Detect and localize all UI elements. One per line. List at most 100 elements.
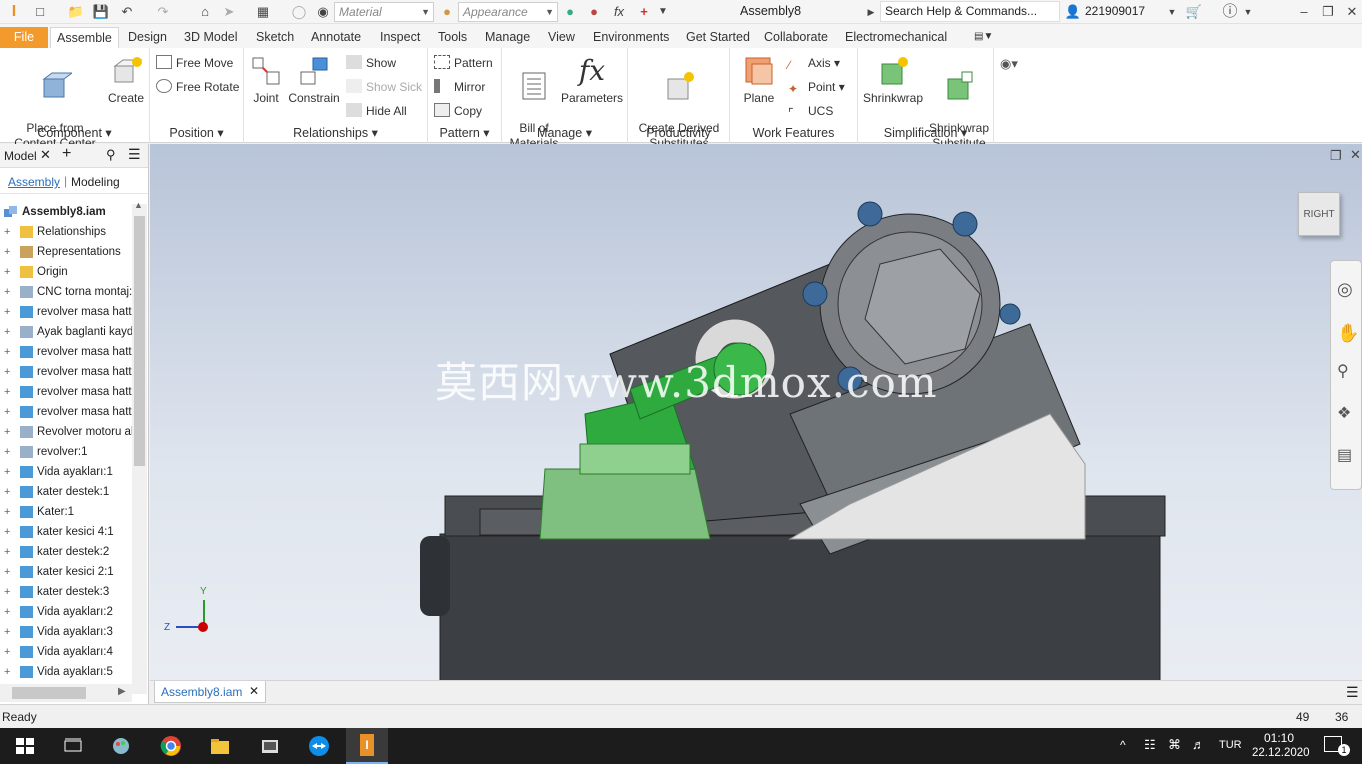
axis-button[interactable]: ∕ Axis ▾ (788, 54, 840, 72)
restore-icon[interactable]: ❐ (1320, 3, 1336, 21)
show-button[interactable]: Show (346, 54, 396, 72)
constrain-button[interactable]: Constrain (286, 54, 342, 106)
tab-environments[interactable]: Environments (587, 27, 675, 48)
chevron-down-icon[interactable]: ▼ (1242, 3, 1254, 21)
tab-view[interactable]: View (542, 27, 581, 48)
ucs-button[interactable]: ⌜ UCS (788, 102, 833, 120)
expand-icon[interactable]: + (4, 562, 12, 582)
expand-icon[interactable]: + (4, 462, 12, 482)
close-icon[interactable]: ✕ (249, 684, 259, 698)
tree-scrollbar[interactable]: ▲ (132, 200, 147, 694)
clear-appearance-icon[interactable]: ● (586, 3, 602, 21)
doc-tab-assembly8[interactable]: Assembly8.iam ✕ (154, 681, 266, 703)
expand-icon[interactable]: + (4, 482, 12, 502)
tree-item[interactable]: + Vida ayakları:4 (0, 642, 132, 662)
tab-modeling[interactable]: Modeling (71, 175, 120, 189)
tree-item[interactable]: + revolver masa hatti (0, 402, 132, 422)
expand-icon[interactable]: + (4, 402, 12, 422)
look-at-icon[interactable]: ▤ (1337, 445, 1352, 465)
search-input[interactable]: Search Help & Commands... (880, 1, 1060, 22)
measure-icon[interactable]: ◯ (290, 3, 308, 21)
tree-item[interactable]: + Vida ayakları:2 (0, 602, 132, 622)
help-icon[interactable]: ⓘ (1220, 3, 1240, 21)
user-name[interactable]: 221909017 (1085, 4, 1145, 18)
relationships-group-label[interactable]: Relationships ▾ (244, 125, 427, 140)
tree-item[interactable]: + Vida ayakları:5 (0, 662, 132, 682)
search-icon[interactable]: ⚲ (106, 147, 116, 163)
tab-3d-model[interactable]: 3D Model (178, 27, 244, 48)
expand-icon[interactable]: + (4, 542, 12, 562)
position-group-label[interactable]: Position ▾ (150, 125, 243, 140)
windows-start-icon[interactable] (12, 734, 38, 758)
ribbon-extra-dropdown[interactable]: ◉▾ (1000, 56, 1018, 72)
teamviewer-icon[interactable] (306, 734, 332, 758)
material-dropdown[interactable]: Material ▼ (334, 2, 434, 22)
clock-time[interactable]: 01:10 (1264, 731, 1294, 745)
tray-chevron-up-icon[interactable]: ^ (1120, 738, 1126, 752)
orbit-icon[interactable]: ❖ (1337, 403, 1351, 423)
tray-volume-icon[interactable]: ♬ (1192, 737, 1205, 752)
user-icon[interactable]: 👤 (1064, 3, 1082, 21)
minimize-icon[interactable]: – (1296, 3, 1312, 21)
tree-item[interactable]: + Origin (0, 262, 132, 282)
tree-item[interactable]: + revolver masa hatti (0, 362, 132, 382)
tree-hscrollbar[interactable]: ▶ (0, 684, 132, 702)
tree-item[interactable]: + CNC torna montaj:1 (0, 282, 132, 302)
open-folder-icon[interactable]: 📁 (66, 3, 86, 21)
expand-icon[interactable]: + (4, 382, 12, 402)
redo-icon[interactable]: ↷ (152, 3, 174, 21)
appearance-icon[interactable]: ● (438, 3, 456, 21)
inventor-logo-icon[interactable]: I (6, 3, 22, 21)
inventor-taskbar-button[interactable]: I (346, 728, 388, 764)
tab-sketch[interactable]: Sketch (250, 27, 300, 48)
show-sick-button[interactable]: Show Sick (346, 78, 422, 96)
tab-get-started[interactable]: Get Started (680, 27, 756, 48)
tab-file[interactable]: File (0, 27, 48, 48)
appearance-dropdown[interactable]: Appearance ▼ (458, 2, 558, 22)
adjust-icon[interactable]: ● (562, 3, 578, 21)
tree-item[interactable]: + Representations (0, 242, 132, 262)
point-button[interactable]: ✦ Point ▾ (788, 78, 845, 96)
tab-assembly[interactable]: Assembly (8, 175, 60, 189)
close-icon[interactable]: ✕ (1344, 3, 1360, 21)
expand-icon[interactable]: + (4, 242, 12, 262)
free-rotate-button[interactable]: Free Rotate (156, 78, 239, 96)
tab-annotate[interactable]: Annotate (305, 27, 367, 48)
tree-item[interactable]: + kater destek:1 (0, 482, 132, 502)
simplification-group-label[interactable]: Simplification ▾ (858, 125, 993, 140)
pattern-group-label[interactable]: Pattern ▾ (428, 125, 501, 140)
hscroll-thumb[interactable] (12, 687, 86, 699)
undo-icon[interactable]: ↶ (116, 3, 138, 21)
tree-item[interactable]: + Vida ayakları:1 (0, 462, 132, 482)
expand-icon[interactable]: + (4, 282, 12, 302)
viewcube[interactable]: RIGHT (1298, 192, 1340, 236)
chevron-down-icon[interactable]: ▼ (1166, 3, 1178, 21)
update-icon[interactable]: ▦ (254, 3, 272, 21)
mirror-button[interactable]: Mirror (434, 78, 485, 96)
tree-item[interactable]: + revolver masa hatti (0, 302, 132, 322)
create-component-button[interactable]: Create (104, 54, 148, 106)
copy-button[interactable]: Copy (434, 102, 482, 120)
tree-item[interactable]: + Vida ayakları:3 (0, 622, 132, 642)
customize-icon[interactable]: ▼ (656, 3, 670, 21)
tree-item[interactable]: + kater destek:3 (0, 582, 132, 602)
paint-app-icon[interactable] (108, 734, 134, 758)
chevron-right-icon[interactable]: ▶ (866, 3, 876, 21)
tree-item[interactable]: + kater kesici 4:1 (0, 522, 132, 542)
expand-icon[interactable]: + (4, 362, 12, 382)
tree-item[interactable]: + revolver masa hatti (0, 342, 132, 362)
menu-icon[interactable]: ☰ (128, 146, 141, 163)
expand-icon[interactable]: + (4, 522, 12, 542)
expand-icon[interactable]: + (4, 422, 12, 442)
language-indicator[interactable]: TUR (1219, 739, 1242, 751)
pan-hand-icon[interactable]: ✋ (1337, 323, 1359, 344)
expand-icon[interactable]: + (4, 642, 12, 662)
fx-icon[interactable]: fx (610, 3, 628, 21)
tab-tools[interactable]: Tools (432, 27, 473, 48)
close-icon[interactable]: ✕ (40, 147, 51, 163)
expand-icon[interactable]: + (4, 602, 12, 622)
tab-electromechanical[interactable]: Electromechanical (839, 27, 953, 48)
expand-icon[interactable]: + (4, 322, 12, 342)
shrinkwrap-button[interactable]: Shrinkwrap (862, 54, 924, 106)
hide-all-button[interactable]: Hide All (346, 102, 407, 120)
